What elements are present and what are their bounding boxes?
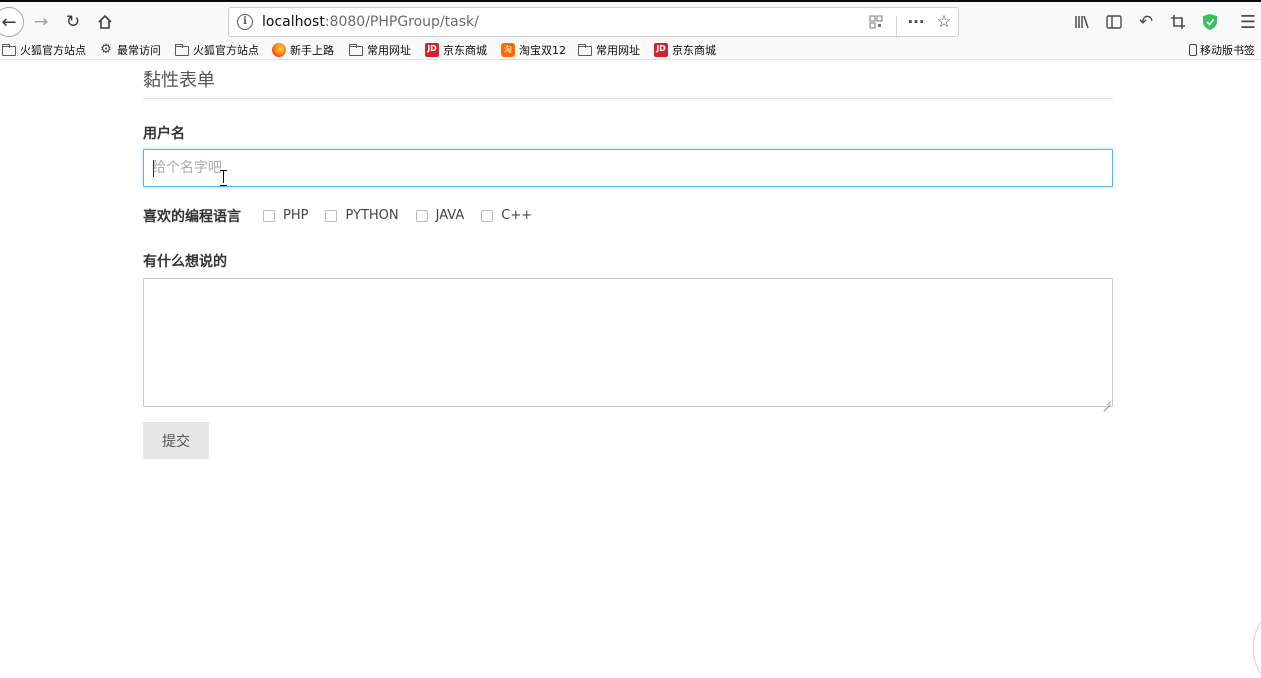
python-checkbox[interactable] (325, 209, 338, 222)
resize-handle-icon[interactable] (1103, 397, 1111, 405)
forward-button[interactable]: → (29, 10, 53, 34)
bookmark-item[interactable]: JD 京东商城 (654, 41, 716, 59)
cpp-label: C++ (501, 208, 533, 223)
java-checkbox[interactable] (415, 209, 428, 222)
bookmark-label: 新手上路 (290, 44, 334, 57)
folder-icon (349, 43, 363, 56)
comment-textarea[interactable] (143, 278, 1113, 407)
i-beam-cursor-icon (220, 170, 227, 186)
taobao-icon: 淘 (501, 43, 515, 57)
text-caret (153, 160, 154, 177)
arrow-right-icon: → (33, 12, 49, 32)
info-icon[interactable]: i (237, 14, 253, 30)
corner-widget (1253, 618, 1261, 678)
bookmark-item[interactable]: 常用网址 (578, 41, 640, 59)
bookmark-item[interactable]: 火狐官方站点 (2, 41, 86, 59)
reload-button[interactable]: ↻ (61, 10, 85, 34)
url-text[interactable]: localhost:8080/PHPGroup/task/ (262, 14, 479, 30)
cpp-checkbox[interactable] (481, 209, 494, 222)
language-option-cpp[interactable]: C++ (481, 208, 532, 223)
home-button[interactable] (93, 10, 117, 34)
mobile-bookmarks[interactable]: 移动版书签 (1189, 41, 1255, 59)
language-option-python[interactable]: PYTHON (325, 208, 399, 223)
bookmark-item[interactable]: 火狐官方站点 (175, 41, 259, 59)
bookmark-label: 淘宝双12 (519, 44, 566, 57)
menu-icon[interactable]: ☰ (1238, 12, 1258, 33)
bookmark-label: 京东商城 (672, 44, 716, 57)
bookmark-star-icon[interactable]: ☆ (933, 12, 955, 32)
url-separator (896, 16, 897, 38)
bookmark-item[interactable]: ⚙ 最常访问 (99, 41, 161, 59)
username-label: 用户名 (143, 126, 185, 142)
url-path: :8080/PHPGroup/task/ (324, 14, 479, 30)
title-divider (143, 98, 1113, 99)
back-button[interactable]: ← (0, 7, 24, 37)
comment-label: 有什么想说的 (143, 254, 227, 270)
comment-input[interactable] (144, 279, 1112, 406)
bookmark-item[interactable]: 新手上路 (272, 41, 334, 59)
reload-icon: ↻ (65, 12, 81, 32)
mobile-bookmarks-label: 移动版书签 (1200, 44, 1255, 57)
folder-icon (2, 43, 16, 56)
username-input[interactable] (144, 150, 1112, 186)
java-label: JAVA (435, 208, 465, 223)
home-icon (98, 14, 112, 29)
php-checkbox[interactable] (263, 209, 275, 222)
bookmark-label: 火狐官方站点 (193, 44, 259, 57)
language-option-php[interactable]: PHP (263, 208, 308, 223)
folder-icon (175, 43, 189, 56)
page-title: 黏性表单 (143, 70, 215, 91)
submit-button[interactable]: 提交 (143, 422, 209, 459)
php-label: PHP (283, 208, 309, 223)
bookmarks-bar: 火狐官方站点 ⚙ 最常访问 火狐官方站点 新手上路 常用网址 JD 京东商城 淘… (0, 40, 1261, 60)
bookmark-label: 火狐官方站点 (20, 44, 86, 57)
python-label: PYTHON (345, 208, 399, 223)
bookmark-item[interactable]: JD 京东商城 (425, 41, 487, 59)
shield-icon[interactable] (1200, 12, 1220, 32)
jd-icon: JD (425, 43, 439, 57)
bookmark-label: 京东商城 (443, 44, 487, 57)
username-field[interactable] (143, 149, 1113, 187)
bookmark-item[interactable]: 常用网址 (349, 41, 411, 59)
language-option-java[interactable]: JAVA (415, 208, 465, 223)
url-host: localhost (262, 14, 325, 30)
sidebar-icon[interactable] (1104, 12, 1124, 32)
undo-icon[interactable]: ↶ (1136, 12, 1156, 32)
qr-code-icon[interactable] (867, 12, 885, 32)
page-actions-icon[interactable]: ··· (905, 12, 927, 32)
bookmark-label: 常用网址 (367, 44, 411, 57)
browser-toolbar: ← → ↻ i localhost:8080/PHPGroup/task/ ··… (0, 0, 1261, 40)
arrow-left-icon: ← (1, 11, 17, 33)
address-bar[interactable]: i localhost:8080/PHPGroup/task/ ··· ☆ (228, 7, 959, 38)
bookmark-label: 最常访问 (117, 44, 161, 57)
bookmark-item[interactable]: 淘 淘宝双12 (501, 41, 566, 59)
mobile-phone-icon (1189, 44, 1197, 56)
gear-icon: ⚙ (100, 42, 112, 57)
bookmark-label: 常用网址 (596, 44, 640, 57)
languages-group: PHP PYTHON JAVA C++ (263, 208, 549, 223)
folder-icon (578, 43, 592, 56)
library-icon[interactable] (1072, 12, 1092, 32)
languages-label: 喜欢的编程语言 (143, 209, 241, 225)
jd-icon: JD (654, 43, 668, 57)
crop-icon[interactable] (1168, 12, 1188, 32)
firefox-icon (272, 43, 286, 57)
